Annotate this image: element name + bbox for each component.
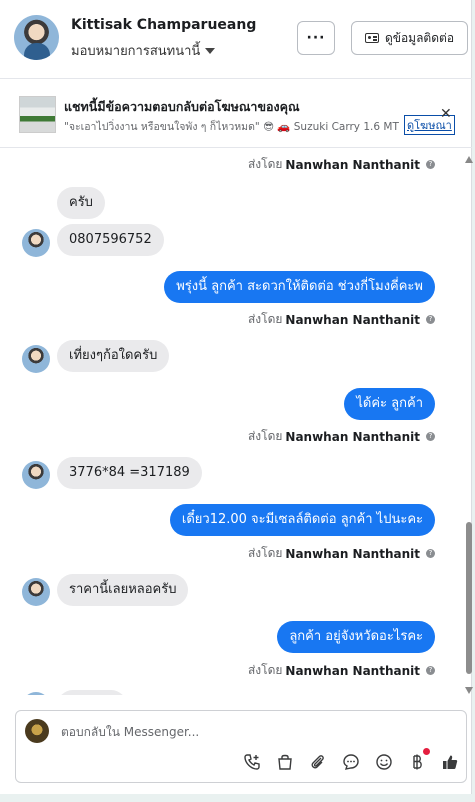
message-outgoing[interactable]: พรุ่งนี้ ลูกค้า สะดวกให้ติดต่อ ช่วงกี่โม… xyxy=(164,271,435,303)
message-incoming[interactable]: 3776*84 =317189 xyxy=(57,457,202,489)
caret-down-icon xyxy=(205,47,216,54)
message-composer[interactable]: ตอบกลับใน Messenger... xyxy=(15,710,467,783)
avatar[interactable] xyxy=(22,578,50,606)
page-avatar xyxy=(25,719,49,743)
sent-by-label: ส่งโดย Nanwhan Nanthanit ? xyxy=(248,544,435,563)
attach-icon[interactable] xyxy=(308,753,328,773)
composer-toolbar xyxy=(242,748,460,773)
ad-thumbnail xyxy=(19,96,56,133)
banner-subtitle: "จะเอาไปวิ่งงาน หรือขนใจพัง ๆ ก็ไหวหมด" … xyxy=(64,121,399,133)
message-incoming[interactable]: เที่ยงๆก้อใดครับ xyxy=(57,340,170,372)
sender-name: Nanwhan Nanthanit xyxy=(285,157,420,172)
ad-reply-banner: แชทนี้มีข้อความตอบกลับต่อโฆษณาของคุณ "จะ… xyxy=(0,80,472,148)
chat-bubble-icon[interactable] xyxy=(341,753,361,773)
scrollbar-thumb[interactable] xyxy=(466,522,472,674)
info-icon[interactable]: ? xyxy=(426,315,435,324)
sender-name: Nanwhan Nanthanit xyxy=(285,312,420,327)
info-icon[interactable]: ? xyxy=(426,666,435,675)
view-contact-info-label: ดูข้อมูลติดต่อ xyxy=(384,30,455,45)
sender-name: Nanwhan Nanthanit xyxy=(285,663,420,678)
view-contact-info-button[interactable]: ดูข้อมูลติดต่อ xyxy=(351,21,468,55)
avatar[interactable] xyxy=(22,461,50,489)
message-outgoing[interactable]: เดี๋ยว12.00 จะมีเซลล์ติดต่อ ลูกค้า ไปนะค… xyxy=(169,504,435,536)
contact-avatar[interactable] xyxy=(14,15,59,60)
banner-title: แชทนี้มีข้อความตอบกลับต่อโฆษณาของคุณ xyxy=(64,99,300,114)
bag-icon[interactable] xyxy=(275,753,295,773)
emoji-icon[interactable] xyxy=(374,753,394,773)
avatar[interactable] xyxy=(22,692,50,695)
sent-by-label: ส่งโดย Nanwhan Nanthanit ? xyxy=(248,155,435,174)
message-incoming-partial[interactable] xyxy=(57,690,127,695)
sent-by-label: ส่งโดย Nanwhan Nanthanit ? xyxy=(248,310,435,329)
scroll-up-arrow-icon[interactable] xyxy=(465,156,473,163)
message-outgoing[interactable]: ได้ค่ะ ลูกค้า xyxy=(344,388,435,420)
contact-name[interactable]: Kittisak Champarueang xyxy=(71,17,256,33)
conversation-header: Kittisak Champarueang มอบหมายการสนทนานี้… xyxy=(0,0,472,79)
assign-conversation-dropdown[interactable]: มอบหมายการสนทนานี้ xyxy=(71,40,216,61)
thumbs-up-icon[interactable] xyxy=(440,753,460,773)
reply-input[interactable]: ตอบกลับใน Messenger... xyxy=(61,723,199,742)
avatar[interactable] xyxy=(22,229,50,257)
scroll-down-arrow-icon[interactable] xyxy=(465,687,473,694)
more-options-button[interactable]: ··· xyxy=(297,21,335,55)
info-icon[interactable]: ? xyxy=(426,549,435,558)
call-add-icon[interactable] xyxy=(242,753,262,773)
assign-label: มอบหมายการสนทนานี้ xyxy=(71,44,201,59)
close-icon[interactable]: ✕ xyxy=(440,106,452,122)
message-list[interactable]: ส่งโดย Nanwhan Nanthanit ? ครับ 08075967… xyxy=(0,149,462,695)
info-icon[interactable]: ? xyxy=(426,432,435,441)
baht-icon[interactable] xyxy=(407,748,430,773)
message-outgoing[interactable]: ลูกค้า อยู่จังหวัดอะไรคะ xyxy=(277,621,435,653)
id-card-icon xyxy=(364,33,379,43)
avatar[interactable] xyxy=(22,345,50,373)
conversation-panel: Kittisak Champarueang มอบหมายการสนทนานี้… xyxy=(0,0,473,794)
sent-by-label: ส่งโดย Nanwhan Nanthanit ? xyxy=(248,427,435,446)
sent-by-label: ส่งโดย Nanwhan Nanthanit ? xyxy=(248,661,435,680)
sender-name: Nanwhan Nanthanit xyxy=(285,429,420,444)
message-incoming[interactable]: ราคานี้เลยหลอครับ xyxy=(57,574,189,606)
sender-name: Nanwhan Nanthanit xyxy=(285,546,420,561)
message-incoming[interactable]: 0807596752 xyxy=(57,224,164,256)
message-incoming[interactable]: ครับ xyxy=(57,187,105,219)
info-icon[interactable]: ? xyxy=(426,160,435,169)
